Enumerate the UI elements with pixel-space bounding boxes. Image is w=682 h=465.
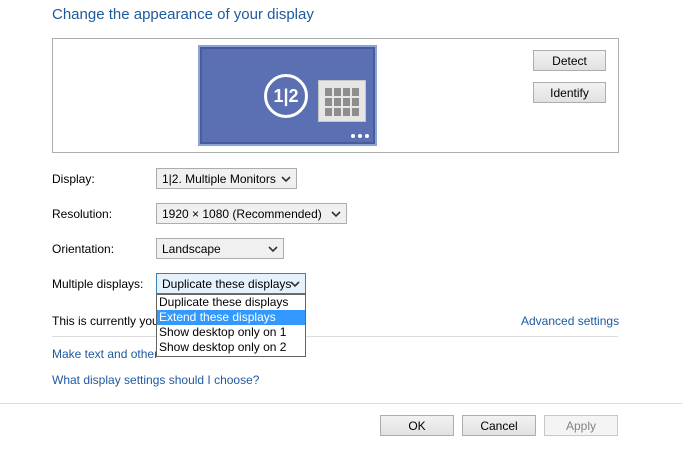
display-label: Display: — [52, 172, 95, 186]
desktop-grid-icon — [318, 80, 366, 122]
display-settings-help-link[interactable]: What display settings should I choose? — [52, 373, 259, 387]
display-select-value: 1|2. Multiple Monitors — [162, 171, 276, 186]
make-text-link[interactable]: Make text and other — [52, 347, 158, 361]
monitor-preview-area: 1|2 Detect Identify — [52, 38, 619, 153]
dropdown-option[interactable]: Show desktop only on 1 — [157, 325, 305, 340]
chevron-down-icon — [281, 176, 291, 183]
current-display-status: This is currently you — [52, 314, 159, 328]
multiple-displays-dropdown: Duplicate these displays Extend these di… — [156, 294, 306, 357]
cancel-button[interactable]: Cancel — [462, 415, 536, 436]
dropdown-option[interactable]: Show desktop only on 2 — [157, 340, 305, 355]
page-title: Change the appearance of your display — [52, 6, 314, 23]
multiple-displays-label: Multiple displays: — [52, 277, 144, 291]
resolution-select-value: 1920 × 1080 (Recommended) — [162, 206, 322, 221]
resolution-label: Resolution: — [52, 207, 113, 221]
monitor-preview[interactable]: 1|2 — [198, 45, 377, 146]
taskbar-dots-icon — [351, 134, 369, 138]
ok-button[interactable]: OK — [380, 415, 454, 436]
resolution-select[interactable]: 1920 × 1080 (Recommended) — [156, 203, 347, 224]
detect-button[interactable]: Detect — [533, 50, 606, 71]
chevron-down-icon — [290, 281, 300, 288]
orientation-select-value: Landscape — [162, 241, 221, 256]
identify-button[interactable]: Identify — [533, 82, 606, 103]
orientation-select[interactable]: Landscape — [156, 238, 284, 259]
advanced-settings-link[interactable]: Advanced settings — [521, 314, 619, 328]
dropdown-option-selected[interactable]: Extend these displays — [157, 310, 305, 325]
display-select[interactable]: 1|2. Multiple Monitors — [156, 168, 297, 189]
orientation-label: Orientation: — [52, 242, 115, 256]
multiple-displays-select-value: Duplicate these displays — [162, 276, 292, 291]
chevron-down-icon — [268, 246, 278, 253]
dropdown-option[interactable]: Duplicate these displays — [157, 295, 305, 310]
monitor-number-badge: 1|2 — [264, 74, 308, 118]
chevron-down-icon — [331, 211, 341, 218]
apply-button[interactable]: Apply — [544, 415, 618, 436]
multiple-displays-select[interactable]: Duplicate these displays — [156, 273, 306, 294]
divider — [52, 336, 618, 337]
footer-divider — [0, 403, 682, 404]
